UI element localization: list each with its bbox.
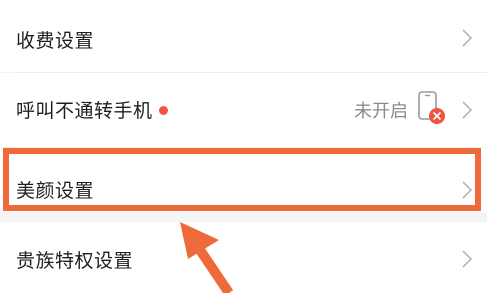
chevron-right-icon [462,101,473,119]
status-text: 未开启 [354,101,408,122]
settings-item-label: 收费设置 [16,30,95,52]
notification-dot [158,105,168,115]
settings-item-text: 呼叫不通转手机 [16,100,153,122]
phone-disabled-icon [418,91,445,124]
chevron-right-icon [462,29,473,47]
settings-item-label: 贵族特权设置 [16,250,134,272]
highlight-box [3,148,481,211]
settings-item-fee[interactable]: 收费设置 [0,0,487,72]
settings-item-call-forward[interactable]: 呼叫不通转手机 未开启 [0,73,487,147]
settings-item-label: 呼叫不通转手机 [16,96,168,123]
chevron-right-icon [462,250,473,268]
settings-item-noble-privilege[interactable]: 贵族特权设置 [0,222,487,293]
